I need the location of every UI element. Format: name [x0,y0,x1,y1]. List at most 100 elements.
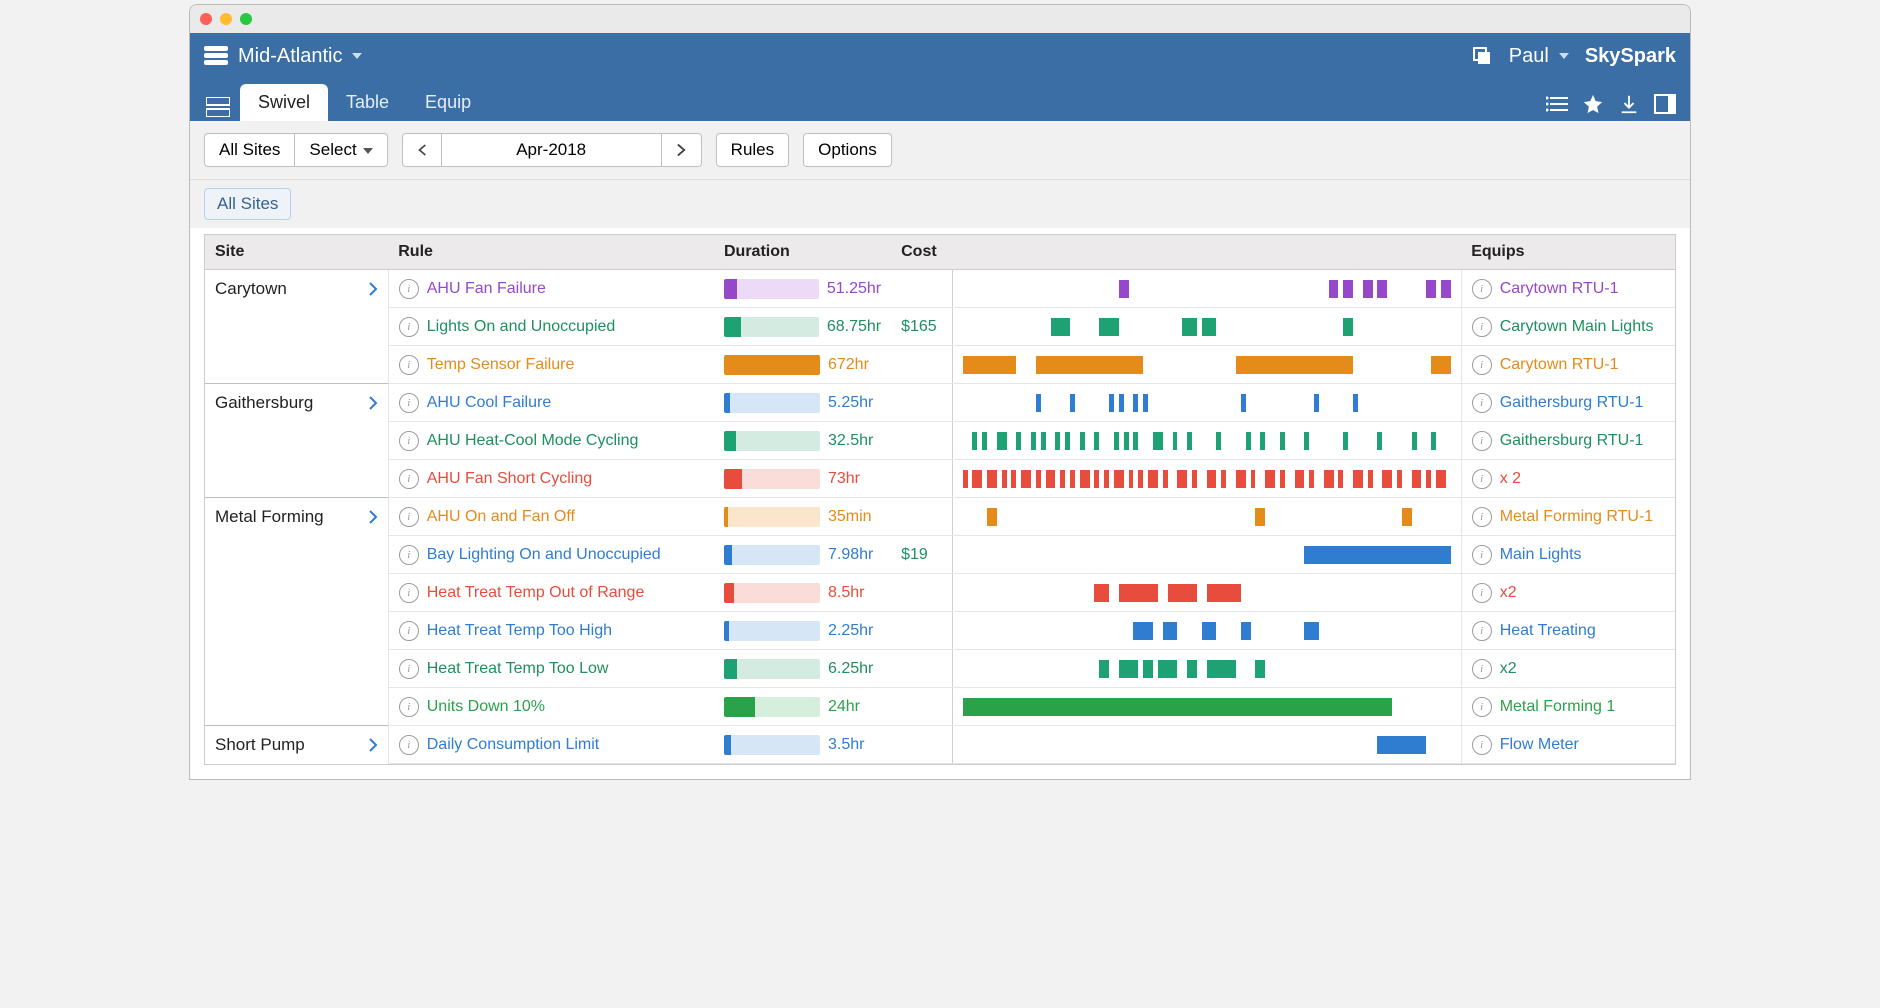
download-icon[interactable] [1618,93,1640,115]
scope-button[interactable]: All Sites [204,133,294,167]
info-icon[interactable]: i [399,469,419,489]
timeline[interactable] [963,430,1451,452]
info-icon[interactable]: i [1472,545,1492,565]
info-icon[interactable]: i [1472,469,1492,489]
timeline-segment [1114,432,1119,450]
timeline[interactable] [963,278,1451,300]
rule-cell[interactable]: i Heat Treat Temp Too Low [399,659,704,679]
info-icon[interactable]: i [1472,621,1492,641]
info-icon[interactable]: i [399,697,419,717]
info-icon[interactable]: i [1472,431,1492,451]
breadcrumb[interactable]: All Sites [204,188,291,220]
info-icon[interactable]: i [1472,659,1492,679]
select-button[interactable]: Select [294,133,387,167]
rule-cell[interactable]: i Temp Sensor Failure [399,355,704,375]
equip-cell[interactable]: i Heat Treating [1472,621,1665,641]
col-header-site[interactable]: Site [205,235,388,270]
timeline[interactable] [963,582,1451,604]
site-cell[interactable]: Gaithersburg [215,393,378,413]
info-icon[interactable]: i [1472,735,1492,755]
col-header-duration[interactable]: Duration [714,235,891,270]
list-icon[interactable] [1546,93,1568,115]
rule-cell[interactable]: i Lights On and Unoccupied [399,317,704,337]
timeline[interactable] [963,506,1451,528]
rule-cell[interactable]: i AHU Fan Short Cycling [399,469,704,489]
site-cell[interactable]: Metal Forming [215,507,378,527]
timeline[interactable] [963,354,1451,376]
timeline[interactable] [963,544,1451,566]
rule-cell[interactable]: i AHU On and Fan Off [399,507,704,527]
info-icon[interactable]: i [1472,393,1492,413]
info-icon[interactable]: i [1472,583,1492,603]
close-window-icon[interactable] [200,13,212,25]
site-cell[interactable]: Carytown [215,279,378,299]
minimize-window-icon[interactable] [220,13,232,25]
info-icon[interactable]: i [1472,507,1492,527]
equip-cell[interactable]: i x2 [1472,659,1665,679]
rule-cell[interactable]: i Bay Lighting On and Unoccupied [399,545,704,565]
tab-table[interactable]: Table [328,84,407,121]
info-icon[interactable]: i [399,393,419,413]
rule-cell[interactable]: i AHU Cool Failure [399,393,704,413]
equip-cell[interactable]: i Carytown RTU-1 [1472,355,1665,375]
equip-cell[interactable]: i Metal Forming RTU-1 [1472,507,1665,527]
info-icon[interactable]: i [1472,697,1492,717]
timeline[interactable] [963,468,1451,490]
project-picker[interactable]: Mid-Atlantic [238,45,362,68]
info-icon[interactable]: i [399,279,419,299]
rule-cell[interactable]: i Heat Treat Temp Too High [399,621,704,641]
site-cell[interactable]: Short Pump [215,735,378,755]
info-icon[interactable]: i [399,583,419,603]
equip-cell[interactable]: i Main Lights [1472,545,1665,565]
info-icon[interactable]: i [1472,279,1492,299]
rule-cell[interactable]: i Heat Treat Temp Out of Range [399,583,704,603]
site-label: Carytown [215,279,287,299]
equip-cell[interactable]: i Metal Forming 1 [1472,697,1665,717]
rule-cell[interactable]: i Daily Consumption Limit [399,735,704,755]
equip-cell[interactable]: i x2 [1472,583,1665,603]
rule-cell[interactable]: i AHU Fan Failure [399,279,704,299]
timeline[interactable] [963,734,1451,756]
timeline[interactable] [963,696,1451,718]
rule-cell[interactable]: i AHU Heat-Cool Mode Cycling [399,431,704,451]
timeline[interactable] [963,316,1451,338]
rules-button[interactable]: Rules [716,133,789,167]
equip-cell[interactable]: i Gaithersburg RTU-1 [1472,393,1665,413]
options-button[interactable]: Options [803,133,892,167]
info-icon[interactable]: i [1472,317,1492,337]
panel-toggle-icon[interactable] [1654,93,1676,115]
tab-swivel[interactable]: Swivel [240,84,328,121]
info-icon[interactable]: i [399,431,419,451]
equip-cell[interactable]: i Carytown RTU-1 [1472,279,1665,299]
col-header-rule[interactable]: Rule [388,235,714,270]
info-icon[interactable]: i [399,621,419,641]
info-icon[interactable]: i [399,355,419,375]
equip-cell[interactable]: i x 2 [1472,469,1665,489]
info-icon[interactable]: i [399,317,419,337]
col-header-cost[interactable]: Cost [891,235,1461,270]
duplicate-icon[interactable] [1471,45,1493,67]
rule-cell[interactable]: i Units Down 10% [399,697,704,717]
date-next-button[interactable] [662,133,702,167]
star-icon[interactable] [1582,93,1604,115]
info-icon[interactable]: i [1472,355,1492,375]
equip-cell[interactable]: i Carytown Main Lights [1472,317,1665,337]
date-prev-button[interactable] [402,133,442,167]
info-icon[interactable]: i [399,659,419,679]
maximize-window-icon[interactable] [240,13,252,25]
col-header-equips[interactable]: Equips [1461,235,1675,270]
views-icon[interactable] [204,93,232,121]
table-row: Short Pump i Daily Consumption Limit 3.5… [205,726,1675,764]
brand-label: SkySpark [1585,45,1676,68]
timeline[interactable] [963,392,1451,414]
info-icon[interactable]: i [399,545,419,565]
info-icon[interactable]: i [399,507,419,527]
timeline[interactable] [963,620,1451,642]
tab-equip[interactable]: Equip [407,84,489,121]
equip-cell[interactable]: i Flow Meter [1472,735,1665,755]
user-menu[interactable]: Paul [1509,45,1569,68]
equip-cell[interactable]: i Gaithersburg RTU-1 [1472,431,1665,451]
timeline[interactable] [963,658,1451,680]
info-icon[interactable]: i [399,735,419,755]
date-range-button[interactable]: Apr-2018 [442,133,662,167]
